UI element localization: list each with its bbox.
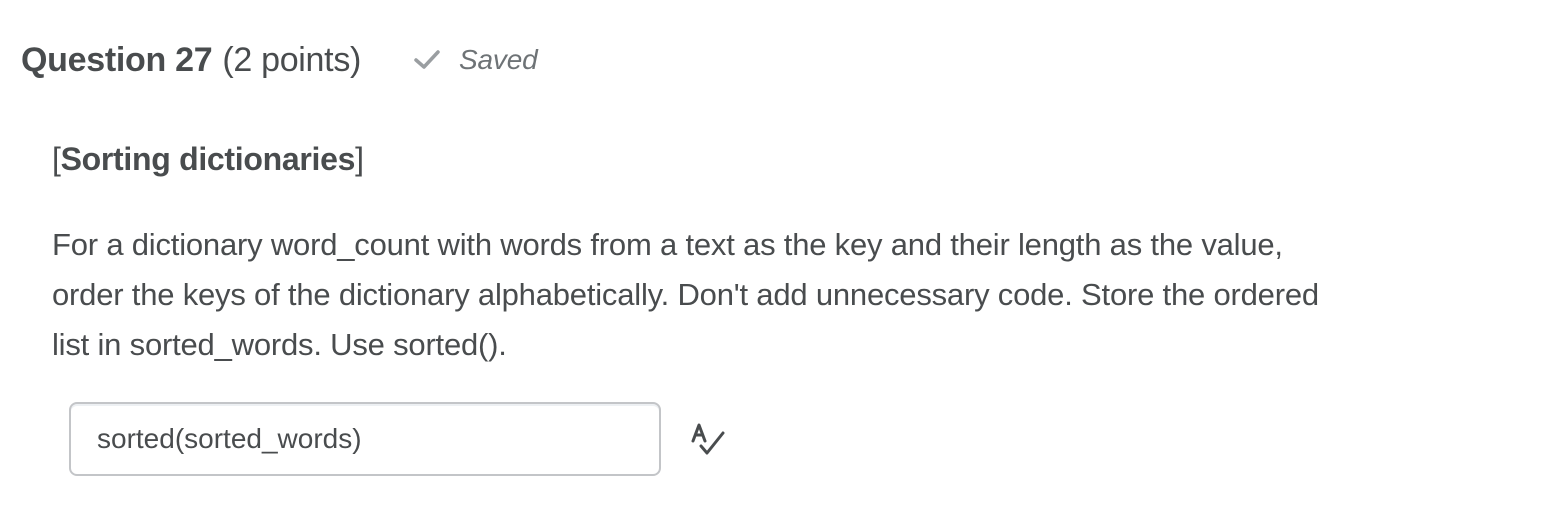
question-text-line: For a dictionary word_count with words f… [52,227,1283,262]
saved-label: Saved [459,44,538,75]
question-points: (2 points) [222,40,362,79]
answer-input[interactable] [69,402,661,476]
question-text-line: order the keys of the dictionary alphabe… [52,277,1319,312]
question-header: Question 27 (2 points) Saved [21,36,538,84]
question-topic: [Sorting dictionaries] [52,136,1512,182]
question-title: Question 27 [21,40,213,79]
topic-open-bracket: [ [52,141,61,177]
question-text-line: list in sorted_words. Use sorted(). [52,327,507,362]
saved-status: Saved [413,44,538,76]
check-icon [413,49,441,71]
topic-close-bracket: ] [355,141,364,177]
topic-label: Sorting dictionaries [60,141,356,177]
answer-row [69,402,727,476]
spellcheck-icon[interactable] [687,419,727,459]
question-text: For a dictionary word_count with words f… [52,220,1512,370]
question-body: [Sorting dictionaries] For a dictionary … [52,136,1512,370]
